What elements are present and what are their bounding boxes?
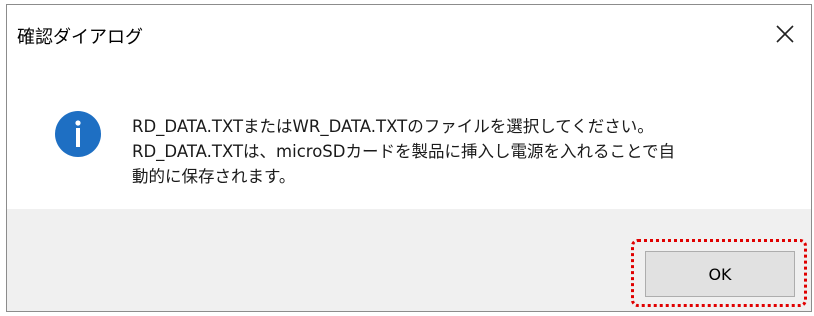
ok-button[interactable]: OK (645, 251, 795, 297)
close-icon (776, 25, 794, 43)
dialog-body: RD_DATA.TXTまたはWR_DATA.TXTのファイルを選択してください。… (7, 63, 811, 209)
title-bar: 確認ダイアログ (7, 5, 811, 63)
dialog-title: 確認ダイアログ (17, 27, 143, 48)
button-bar: OK (7, 209, 811, 311)
message-line: RD_DATA.TXTは、microSDカードを製品に挿入し電源を入れることで自 (132, 142, 675, 161)
dialog-message: RD_DATA.TXTまたはWR_DATA.TXTのファイルを選択してください。… (132, 114, 762, 189)
message-line: 動的に保存されます。 (132, 167, 296, 186)
confirm-dialog: 確認ダイアログ RD_DATA.TXTまたはWR_DATA.TXTのファイルを選… (6, 4, 812, 312)
message-line: RD_DATA.TXTまたはWR_DATA.TXTのファイルを選択してください。 (132, 117, 654, 136)
close-button[interactable] (759, 5, 811, 63)
info-icon (55, 111, 101, 157)
